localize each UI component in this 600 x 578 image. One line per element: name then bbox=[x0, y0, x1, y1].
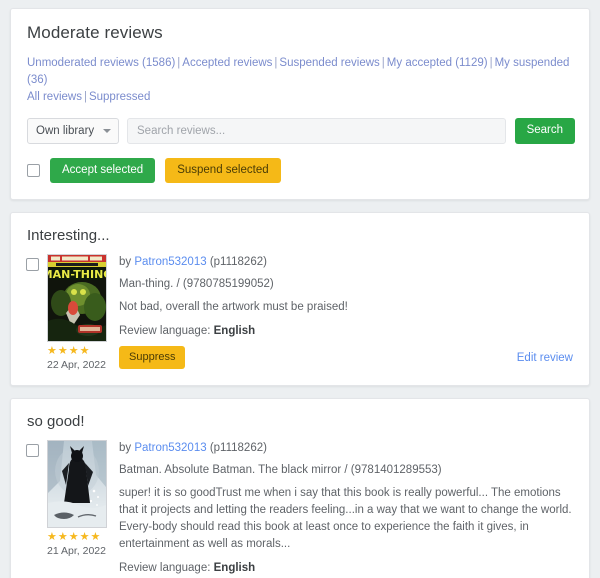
page-title: Moderate reviews bbox=[27, 23, 163, 42]
nav-separator: | bbox=[83, 91, 87, 103]
nav-separator: | bbox=[381, 57, 385, 69]
review-card: so good! ★★★★★ 21 Apr, 2022 by Patron532… bbox=[10, 398, 590, 578]
review-language-value: English bbox=[213, 325, 256, 337]
search-row: Own library Search bbox=[27, 118, 575, 144]
nav-link-all-reviews[interactable]: All reviews bbox=[27, 91, 82, 103]
review-body: MAN-THING ★★★★ bbox=[25, 254, 575, 371]
review-item-title: Batman. Absolute Batman. The black mirro… bbox=[119, 464, 442, 476]
book-cover-image bbox=[47, 440, 107, 528]
review-cover-column: ★★★★★ 21 Apr, 2022 bbox=[47, 440, 107, 557]
review-language: Review language: English bbox=[119, 562, 575, 574]
search-button[interactable]: Search bbox=[514, 118, 575, 144]
chevron-down-icon bbox=[103, 129, 111, 133]
review-title: so good! bbox=[27, 413, 85, 430]
review-text: Not bad, overall the artwork must be pra… bbox=[119, 301, 348, 313]
page-root: Moderate reviews Unmoderated reviews (15… bbox=[0, 0, 600, 578]
library-scope-select[interactable]: Own library bbox=[27, 118, 119, 144]
review-author-line: by Patron532013 (p1118262) bbox=[119, 441, 575, 456]
select-all-checkbox[interactable] bbox=[27, 164, 40, 177]
nav-link-suppressed[interactable]: Suppressed bbox=[89, 91, 150, 103]
star-rating: ★★★★★ bbox=[47, 531, 102, 543]
review-title: Interesting... bbox=[27, 227, 110, 244]
nav-link-accepted-reviews[interactable]: Accepted reviews bbox=[182, 57, 272, 69]
search-input[interactable] bbox=[127, 118, 506, 144]
review-text: super! it is so goodTrust me when i say … bbox=[119, 487, 572, 550]
review-author-line: by Patron532013 (p1118262) bbox=[119, 255, 575, 270]
review-footer: Suppress Edit review bbox=[119, 346, 575, 369]
review-select-checkbox[interactable] bbox=[26, 444, 39, 457]
svg-text:MAN-THING: MAN-THING bbox=[48, 268, 106, 281]
suppress-button[interactable]: Suppress bbox=[119, 346, 186, 369]
patron-id: (p1118262) bbox=[209, 256, 267, 268]
review-language-label: Review language: bbox=[119, 325, 211, 337]
book-cover-image: MAN-THING bbox=[47, 254, 107, 342]
review-cover-column: MAN-THING ★★★★ bbox=[47, 254, 107, 371]
suspend-selected-button[interactable]: Suspend selected bbox=[165, 158, 281, 183]
bulk-action-row: Accept selected Suspend selected bbox=[27, 158, 575, 183]
moderate-reviews-header-card: Moderate reviews Unmoderated reviews (15… bbox=[10, 8, 590, 200]
nav-links: Unmoderated reviews (1586) | Accepted revi… bbox=[27, 55, 575, 106]
patron-id: (p1118262) bbox=[209, 442, 267, 454]
review-language-label: Review language: bbox=[119, 562, 211, 574]
review-date: 22 Apr, 2022 bbox=[47, 359, 106, 371]
review-main: by Patron532013 (p1118262) Man-thing. / … bbox=[119, 254, 575, 369]
edit-review-link[interactable]: Edit review bbox=[517, 352, 573, 364]
by-prefix: by bbox=[119, 442, 132, 454]
review-language: Review language: English bbox=[119, 325, 575, 337]
review-item-title: Man-thing. / (9780785199052) bbox=[119, 278, 274, 290]
review-body: ★★★★★ 21 Apr, 2022 by Patron532013 (p111… bbox=[25, 440, 575, 578]
review-language-value: English bbox=[213, 562, 256, 574]
review-card: Interesting... MAN-THING bbox=[10, 212, 590, 386]
nav-link-my-accepted[interactable]: My accepted (1129) bbox=[387, 57, 488, 69]
star-rating: ★★★★ bbox=[47, 345, 91, 357]
patron-link[interactable]: Patron532013 bbox=[134, 442, 206, 454]
accept-selected-button[interactable]: Accept selected bbox=[50, 158, 156, 183]
nav-separator: | bbox=[489, 57, 493, 69]
nav-link-suspended-reviews[interactable]: Suspended reviews bbox=[279, 57, 379, 69]
review-main: by Patron532013 (p1118262) Batman. Absol… bbox=[119, 440, 575, 578]
library-scope-value: Own library bbox=[36, 125, 95, 137]
by-prefix: by bbox=[119, 256, 132, 268]
nav-link-unmoderated-reviews[interactable]: Unmoderated reviews (1586) bbox=[27, 57, 175, 69]
patron-link[interactable]: Patron532013 bbox=[134, 256, 206, 268]
review-select-checkbox[interactable] bbox=[26, 258, 39, 271]
review-date: 21 Apr, 2022 bbox=[47, 545, 106, 557]
